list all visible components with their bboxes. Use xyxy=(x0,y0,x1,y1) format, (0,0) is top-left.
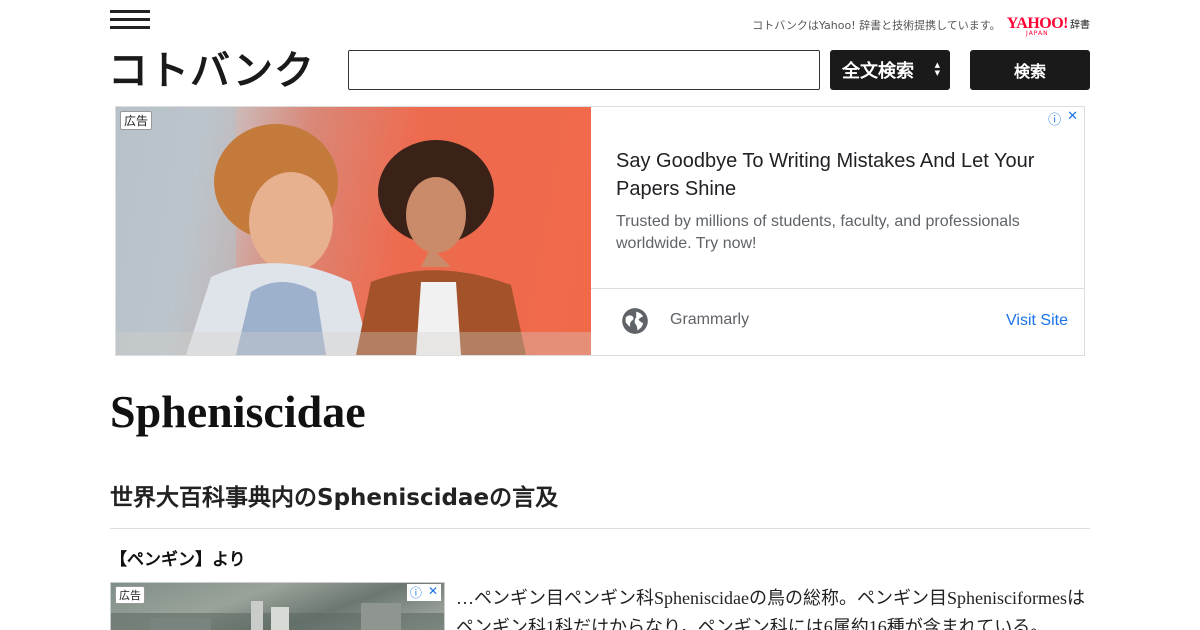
search-button[interactable]: 検索 xyxy=(970,50,1090,90)
search-mode-label: 全文検索 xyxy=(842,61,914,82)
divider xyxy=(110,528,1090,529)
yahoo-partnership-note: コトバンクはYahoo! 辞書と技術提携しています。 YAHOO! JAPAN … xyxy=(752,13,1090,38)
ad-description: Trusted by millions of students, faculty… xyxy=(616,213,1020,252)
partnership-text: コトバンクはYahoo! 辞書と技術提携しています。 xyxy=(752,19,1001,32)
ad-close-icon[interactable]: ✕ xyxy=(1067,109,1078,128)
hamburger-menu-icon[interactable] xyxy=(110,10,150,30)
small-ad-photo xyxy=(111,601,444,630)
yahoo-jisho-logo[interactable]: YAHOO! JAPAN 辞書 xyxy=(1007,13,1090,38)
ad-photo-illustration xyxy=(116,107,591,355)
small-ad-controls[interactable]: ⓘ ✕ xyxy=(406,584,441,601)
ad-advertiser-name[interactable]: Grammarly xyxy=(670,311,749,329)
page-title: Spheniscidae xyxy=(110,386,366,437)
section-heading: 世界大百科事典内のSpheniscidaeの言及 xyxy=(110,480,558,516)
yahoo-logo-suffix: 辞書 xyxy=(1070,20,1090,31)
search-mode-select[interactable]: 全文検索 ▲ ▼ xyxy=(830,50,950,90)
small-ad[interactable]: 広告 ⓘ ✕ xyxy=(110,582,445,630)
search-input[interactable] xyxy=(348,50,820,90)
source-entry-link[interactable]: 【ペンギン】より xyxy=(110,545,246,570)
section-heading-mid: 内の xyxy=(271,485,317,511)
ad-photo[interactable] xyxy=(116,107,591,355)
ad-controls[interactable]: ⓘ ✕ xyxy=(1048,109,1078,128)
small-ad-label: 広告 xyxy=(115,586,145,604)
ad-title[interactable]: Say Goodbye To Writing Mistakes And Let … xyxy=(616,147,1056,203)
entry-excerpt: …ペンギン目ペンギン科Spheniscidaeの鳥の総称。ペンギン目Spheni… xyxy=(456,588,1085,630)
site-logo[interactable]: コトバンク xyxy=(108,48,315,94)
section-heading-source[interactable]: 世界大百科事典 xyxy=(110,485,271,511)
ad-banner[interactable]: 広告 ⓘ ✕ Say Goodbye To Writing Mistakes A… xyxy=(115,106,1085,356)
select-arrows-icon: ▲ ▼ xyxy=(934,61,940,77)
small-ad-close-icon[interactable]: ✕ xyxy=(428,584,438,601)
ad-label: 広告 xyxy=(120,111,153,130)
globe-icon xyxy=(622,308,648,334)
section-heading-term: Spheniscidae xyxy=(317,485,490,511)
ad-visit-site-link[interactable]: Visit Site xyxy=(1006,312,1068,330)
ad-info-icon[interactable]: ⓘ xyxy=(1048,109,1061,128)
small-ad-info-icon[interactable]: ⓘ xyxy=(410,584,422,601)
ad-footer: Grammarly Visit Site xyxy=(591,288,1084,355)
section-heading-tail: の言及 xyxy=(489,485,559,511)
